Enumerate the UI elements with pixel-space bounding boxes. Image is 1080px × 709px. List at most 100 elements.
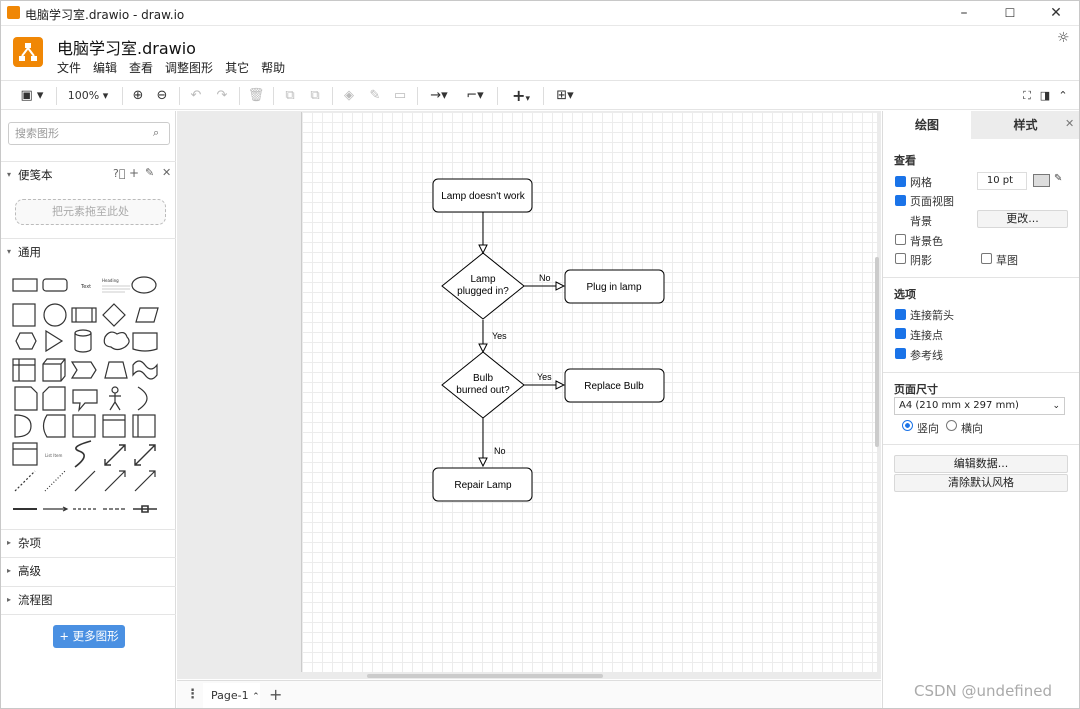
section-advanced-label: 高级: [18, 564, 41, 578]
zoom-in-icon[interactable]: ⊕: [129, 86, 147, 106]
pages-menu-icon[interactable]: ⋮: [186, 687, 199, 702]
edit-data-button[interactable]: 编辑数据...: [894, 455, 1068, 473]
text-shape[interactable]: Text: [80, 284, 91, 290]
delete-icon[interactable]: 🗑: [247, 86, 265, 106]
minimize-button[interactable]: –: [941, 1, 987, 26]
layout-panel-icon[interactable]: ▣ ▾: [17, 86, 47, 106]
guides-checkbox[interactable]: [895, 348, 906, 359]
to-front-icon[interactable]: ⧉: [281, 86, 299, 106]
tab-diagram[interactable]: 绘图: [883, 111, 971, 139]
shape-search-input[interactable]: 搜索图形: [8, 122, 170, 145]
section-misc[interactable]: ▸ 杂项: [1, 529, 176, 555]
shape-sidebar: 搜索图形 ⌕ ▾ 便笺本 ?⃝ + ✎ ✕ 把元素拖至此处 ▾ 通用 Text …: [1, 111, 176, 708]
change-background-button[interactable]: 更改...: [977, 210, 1068, 228]
connection-icon[interactable]: →▾: [425, 86, 453, 106]
landscape-radio[interactable]: [946, 420, 957, 431]
general-header[interactable]: ▾ 通用: [1, 238, 176, 264]
page-view-checkbox[interactable]: [895, 195, 906, 206]
redo-icon[interactable]: ↷: [213, 86, 231, 106]
zoom-out-icon[interactable]: ⊖: [153, 86, 171, 106]
shadow-icon[interactable]: ▭: [391, 86, 409, 106]
connect-arrows-checkbox[interactable]: [895, 309, 906, 320]
format-panel: 绘图 样式 ✕ 查看 网格 10 pt ✎ 页面视图 背景 更改... 背景色 …: [882, 111, 1079, 708]
horizontal-scrollbar[interactable]: [367, 674, 603, 678]
menu-edit[interactable]: 编辑: [93, 59, 117, 75]
vertical-scrollbar[interactable]: [875, 257, 879, 447]
shadow-label: 阴影: [910, 254, 932, 267]
scratchpad-title: 便笺本: [18, 168, 53, 182]
page-size-value: A4 (210 mm x 297 mm): [899, 400, 1019, 411]
edge-q2-yes-label: Yes: [537, 372, 552, 382]
menu-bar: 文件 编辑 查看 调整图形 其它 帮助: [57, 59, 297, 75]
portrait-label: 竖向: [917, 422, 939, 435]
sketch-checkbox[interactable]: [981, 253, 992, 264]
flowchart-diagram[interactable]: Lamp doesn't work Lamp plugged in? Plug …: [301, 112, 877, 672]
page-size-select[interactable]: A4 (210 mm x 297 mm) ⌄: [894, 397, 1065, 415]
view-header: 查看: [894, 154, 916, 167]
page-tab-label: Page-1: [211, 689, 249, 702]
theme-icon[interactable]: ☼: [1057, 30, 1070, 46]
eyedropper-icon[interactable]: ✎: [1054, 173, 1062, 184]
portrait-radio[interactable]: [902, 420, 913, 431]
edit-icon[interactable]: ✎: [145, 166, 154, 179]
tab-style[interactable]: 样式: [971, 111, 1079, 139]
table-icon[interactable]: ⊞▾: [551, 86, 579, 106]
maximize-button[interactable]: ☐: [987, 1, 1033, 26]
section-advanced[interactable]: ▸ 高级: [1, 557, 176, 583]
format-panel-icon[interactable]: ◨: [1037, 86, 1053, 106]
section-flowchart[interactable]: ▸ 流程图: [1, 586, 176, 612]
panel-close-icon[interactable]: ✕: [1065, 117, 1074, 130]
grid-label: 网格: [910, 176, 932, 189]
clear-default-style-button[interactable]: 清除默认风格: [894, 474, 1068, 492]
grid-size-input[interactable]: 10 pt: [977, 172, 1027, 190]
help-icon[interactable]: ?⃝: [113, 167, 125, 180]
waypoints-icon[interactable]: ⌐▾: [461, 86, 489, 106]
fill-color-icon[interactable]: ◈: [340, 86, 358, 106]
page-view-label: 页面视图: [910, 195, 954, 208]
connect-points-checkbox[interactable]: [895, 328, 906, 339]
page-bar: ⋮ Page-1 ⌃ +: [177, 680, 881, 708]
close-button[interactable]: ✕: [1033, 1, 1079, 26]
edge-q2-no-label: No: [494, 446, 506, 456]
add-page-icon[interactable]: +: [269, 685, 282, 704]
general-title: 通用: [18, 245, 41, 259]
menu-help[interactable]: 帮助: [261, 59, 285, 75]
menu-file[interactable]: 文件: [57, 59, 81, 75]
fullscreen-icon[interactable]: ⛶: [1019, 86, 1035, 106]
undo-icon[interactable]: ↶: [187, 86, 205, 106]
scratchpad-dropzone[interactable]: 把元素拖至此处: [15, 199, 166, 225]
connect-points-label: 连接点: [910, 329, 943, 342]
close-icon[interactable]: ✕: [162, 166, 171, 179]
menu-extras[interactable]: 其它: [225, 59, 249, 75]
collapse-icon[interactable]: ⌃: [1055, 86, 1071, 106]
to-back-icon[interactable]: ⧉: [306, 86, 324, 106]
page-tab[interactable]: Page-1 ⌃: [203, 683, 260, 708]
section-misc-label: 杂项: [18, 536, 41, 550]
node-q2-label-2: burned out?: [456, 385, 510, 396]
line-color-icon[interactable]: ✎: [366, 86, 384, 106]
more-shapes-button[interactable]: + 更多图形: [53, 625, 125, 648]
section-flowchart-label: 流程图: [18, 593, 53, 607]
grid-color-swatch[interactable]: [1033, 174, 1050, 187]
shadow-checkbox[interactable]: [895, 253, 906, 264]
insert-icon[interactable]: +▾: [507, 86, 535, 106]
add-icon[interactable]: +: [129, 166, 139, 180]
landscape-label: 横向: [961, 422, 983, 435]
menu-view[interactable]: 查看: [129, 59, 153, 75]
background-label: 背景: [910, 215, 932, 228]
shape-palette[interactable]: Text Heading List Item: [7, 269, 167, 529]
toolbar: ▣ ▾ 100% ▾ ⊕ ⊖ ↶ ↷ 🗑 ⧉ ⧉ ◈ ✎ ▭ →▾ ⌐▾ +▾ …: [1, 80, 1079, 110]
listitem-shape[interactable]: List Item: [45, 453, 62, 458]
bg-color-checkbox[interactable]: [895, 234, 906, 245]
heading-shape[interactable]: Heading: [102, 278, 119, 283]
menu-arrange[interactable]: 调整图形: [165, 59, 213, 75]
search-icon[interactable]: ⌕: [153, 126, 159, 140]
grid-checkbox[interactable]: [895, 176, 906, 187]
edge-q1-no-label: No: [539, 273, 551, 283]
page-size-header: 页面尺寸: [894, 383, 938, 396]
node-plug-label: Plug in lamp: [586, 282, 641, 293]
zoom-select[interactable]: 100% ▾: [63, 86, 113, 106]
node-q1-label-1: Lamp: [470, 274, 495, 285]
file-title[interactable]: 电脑学习室.drawio: [57, 35, 196, 59]
bg-color-label: 背景色: [910, 235, 943, 248]
